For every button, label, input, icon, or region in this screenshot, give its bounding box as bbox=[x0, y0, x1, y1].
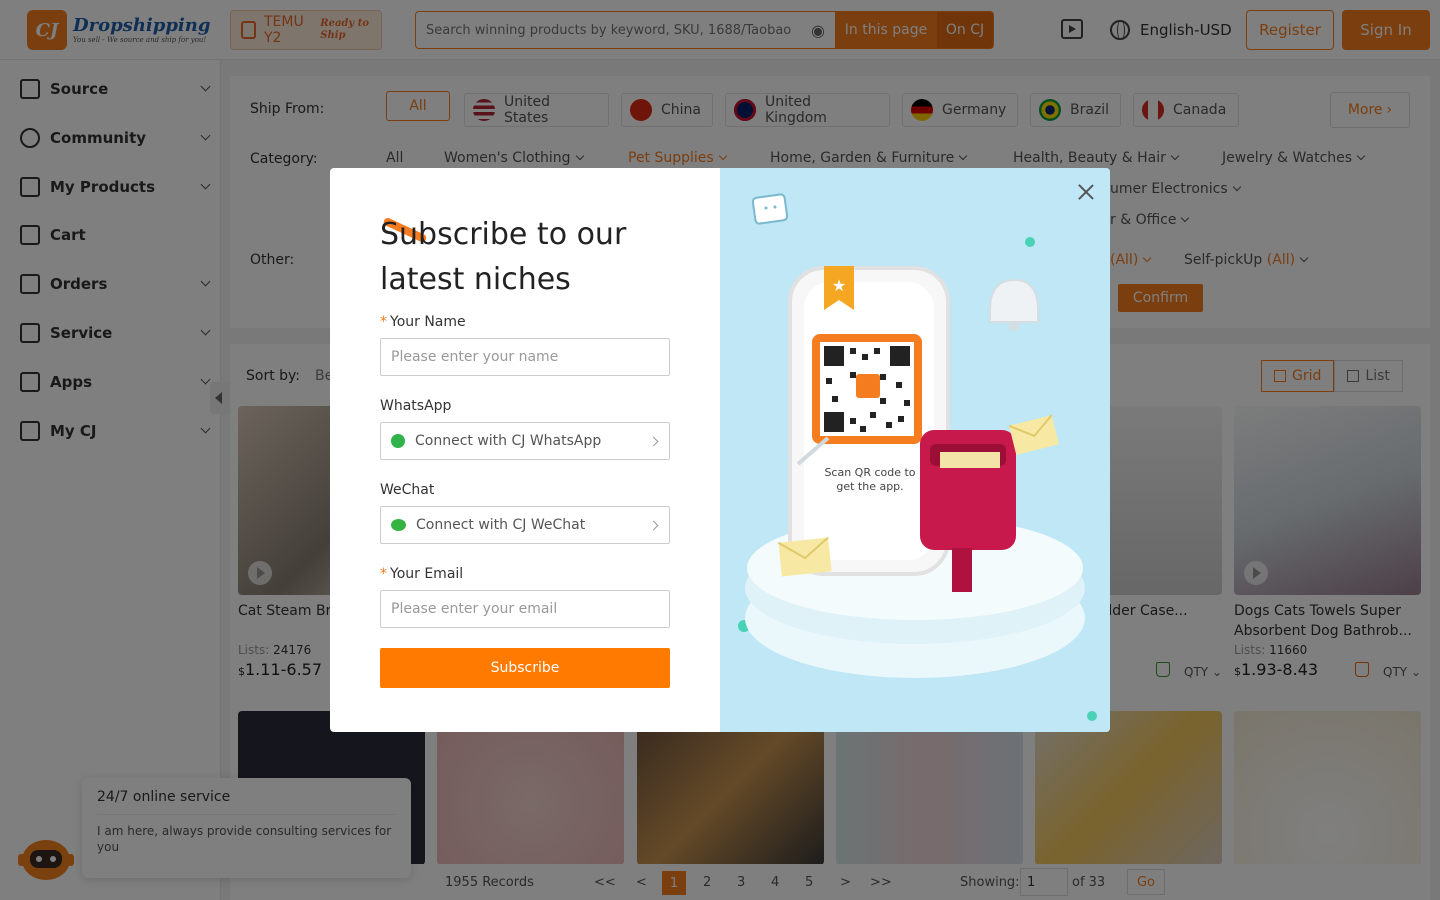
name-label: * Your Name bbox=[380, 314, 466, 330]
name-input[interactable] bbox=[380, 338, 670, 376]
chevron-right-icon bbox=[648, 436, 659, 447]
subscribe-modal: Subscribe to our latest niches * Your Nam… bbox=[330, 168, 1110, 732]
subscribe-button[interactable]: Subscribe bbox=[380, 648, 670, 688]
whatsapp-label: WhatsApp bbox=[380, 398, 452, 414]
chevron-right-icon bbox=[648, 520, 659, 531]
promo-illustration: ★ bbox=[738, 193, 1097, 721]
connect-whatsapp-button[interactable]: Connect with CJ WhatsApp bbox=[380, 422, 670, 460]
svg-text:★: ★ bbox=[832, 276, 846, 295]
whatsapp-icon bbox=[391, 434, 405, 448]
email-input[interactable] bbox=[380, 590, 670, 628]
wechat-icon bbox=[391, 519, 406, 531]
connect-wechat-button[interactable]: Connect with CJ WeChat bbox=[380, 506, 670, 544]
email-label: * Your Email bbox=[380, 566, 464, 582]
wechat-label: WeChat bbox=[380, 482, 435, 498]
modal-title: Subscribe to our latest niches bbox=[380, 217, 627, 297]
qr-caption: Scan QR code to get the app. bbox=[824, 466, 916, 493]
close-icon[interactable] bbox=[1076, 182, 1096, 202]
app-promo-illustration: ★ Scan QR code to get the app. bbox=[720, 168, 1110, 732]
